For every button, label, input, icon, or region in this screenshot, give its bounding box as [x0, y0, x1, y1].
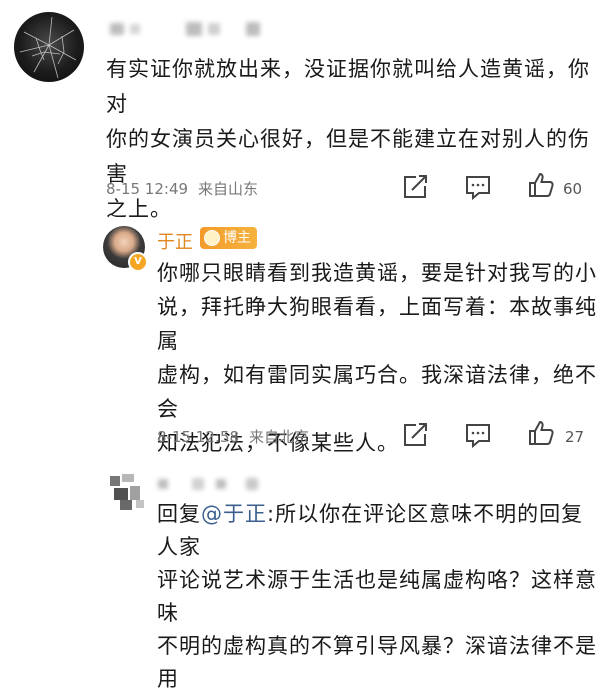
commenter-name-redacted [110, 22, 260, 36]
comment-location: 来自山东 [198, 180, 259, 198]
share-icon[interactable] [400, 420, 430, 450]
reply-name-redacted [158, 478, 258, 490]
reply-prefix: 回复 [157, 502, 201, 526]
comment-meta: 8-15 12:49 来自山东 [106, 178, 258, 199]
verified-badge-icon: V [128, 252, 148, 272]
comment-time: 8-15 12:49 [106, 179, 189, 198]
author-name[interactable]: 于正 [157, 228, 193, 254]
nested-reply-text: 回复@于正:所以你在评论区意味不明的回复人家 评论说艺术源于生活也是纯属虚构咯？… [157, 498, 600, 696]
like-count: 60 [563, 180, 583, 198]
comment-icon[interactable] [463, 420, 493, 450]
blogger-tag-label: 博主 [223, 230, 251, 246]
commenter-avatar[interactable] [14, 12, 84, 82]
comment-text: 有实证你就放出来，没证据你就叫给人造黄谣，你对 你的女演员关心很好，但是不能建立… [106, 57, 590, 221]
reply-avatar-redacted[interactable] [106, 470, 150, 514]
reply-comment-time: 8-15 12:58 [157, 427, 240, 446]
comment-icon[interactable] [463, 172, 493, 202]
reply-body: :所以你在评论区意味不明的回复人家 评论说艺术源于生活也是纯属虚构咯？这样意味 … [157, 502, 597, 691]
mention-link[interactable]: @于正 [201, 502, 267, 526]
thumbs-up-icon[interactable] [526, 170, 556, 200]
like-count: 27 [565, 428, 585, 446]
medal-icon [204, 230, 220, 246]
cracked-glass-icon [19, 16, 77, 79]
reply-comment-meta: 8-15 12:58 来自北京 [157, 426, 309, 447]
thumbs-up-icon[interactable] [526, 418, 556, 448]
reply-comment-location: 来自北京 [249, 428, 310, 446]
blogger-tag: 博主 [200, 227, 257, 249]
share-icon[interactable] [400, 172, 430, 202]
